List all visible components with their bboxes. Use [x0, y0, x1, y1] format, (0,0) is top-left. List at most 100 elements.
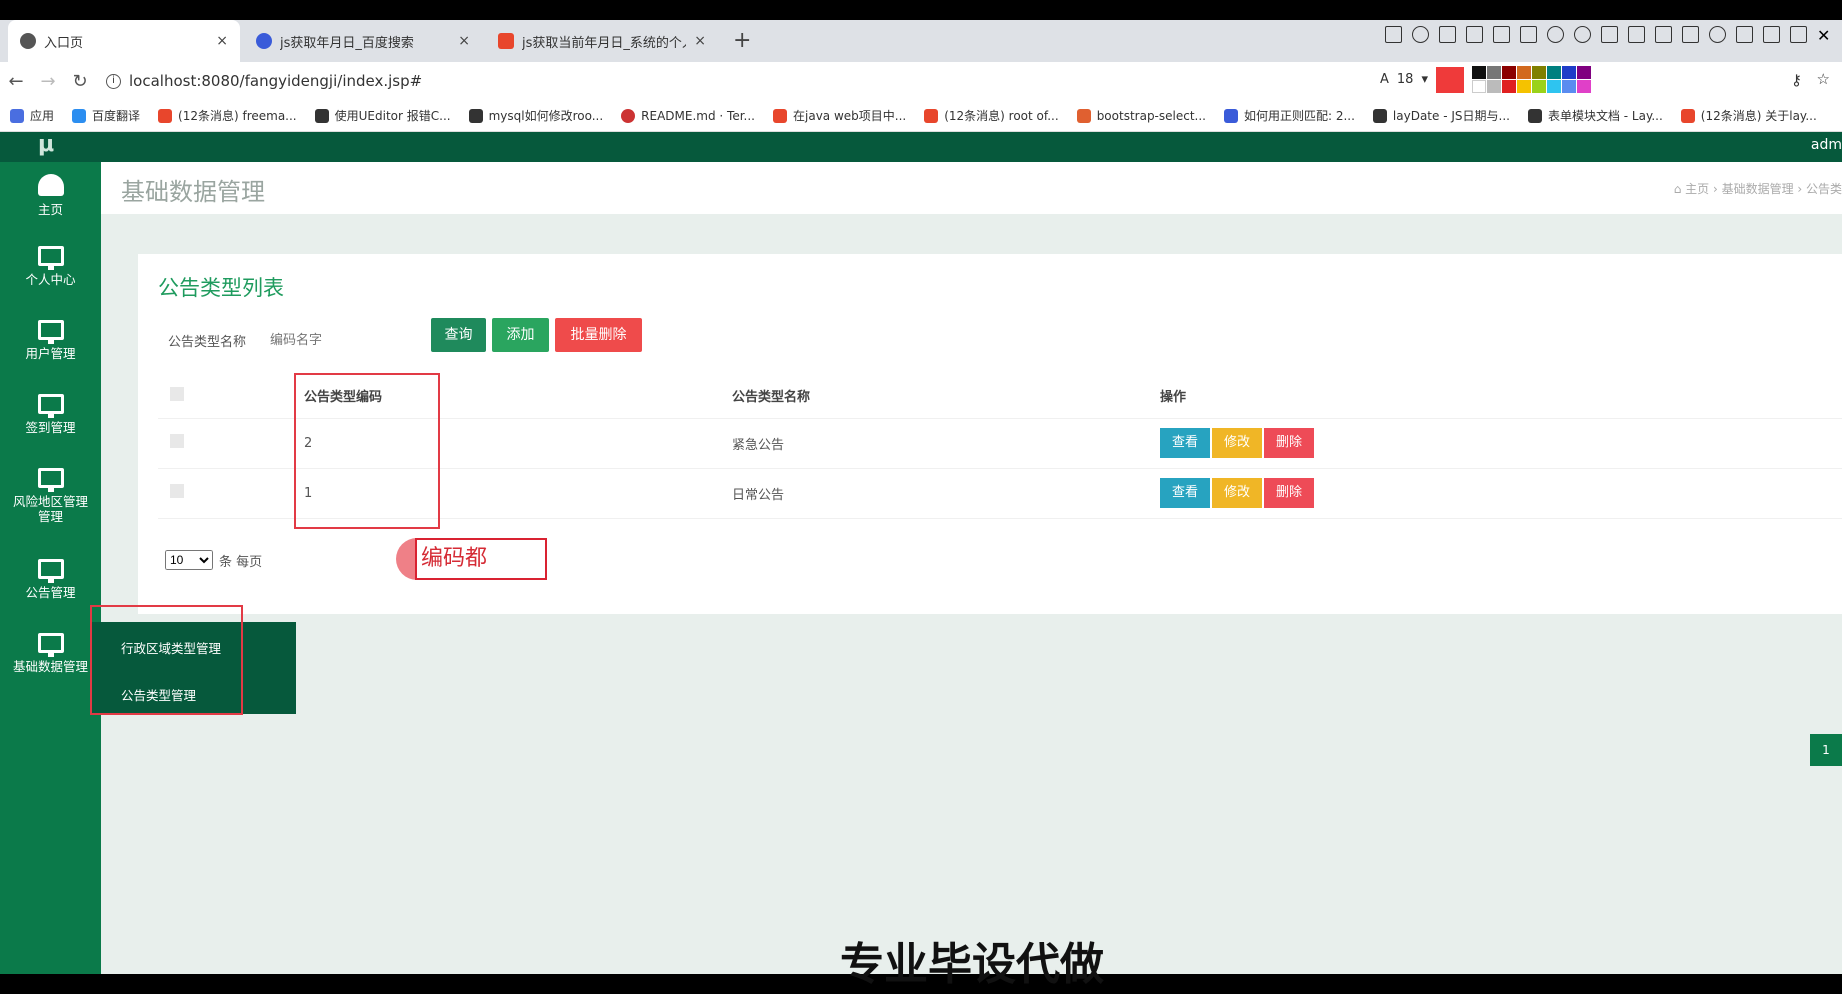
close-icon[interactable]: ×	[216, 33, 228, 49]
pin-icon[interactable]	[1682, 26, 1699, 43]
screenshot-icon[interactable]	[1601, 26, 1618, 43]
bookmark-item[interactable]: (12条消息) root of...	[924, 107, 1059, 124]
main-content: 基础数据管理 ⌂ 主页 › 基础数据管理 › 公告类 公告类型列表 公告类型名称…	[101, 162, 1842, 974]
reload-icon[interactable]: ↻	[64, 71, 96, 92]
add-button[interactable]: 添加	[492, 318, 549, 352]
annotation-text-box[interactable]: 编码都	[415, 538, 547, 580]
bookmark-label: bootstrap-select...	[1096, 108, 1206, 123]
row-checkbox[interactable]	[170, 434, 184, 448]
bookmark-label: (12条消息) freema...	[178, 109, 297, 123]
close-icon[interactable]: ✕	[1817, 26, 1834, 45]
bookmark-label: 如何用正则匹配: 2...	[1243, 109, 1355, 123]
url-field[interactable]: localhost:8080/fangyidengji/index.jsp#	[129, 72, 422, 90]
bookmark-item[interactable]: README.md · Ter...	[621, 108, 755, 123]
sidebar-item-home[interactable]: 主页	[0, 174, 101, 217]
ellipse-tool-icon[interactable]	[1412, 26, 1429, 43]
bookmark-label: 使用UEditor 报错C...	[334, 109, 451, 123]
csdn-icon	[1680, 108, 1695, 123]
record-icon[interactable]	[1709, 26, 1726, 43]
column-header-name[interactable]: 公告类型名称	[720, 374, 1148, 419]
bookmark-item[interactable]: 百度翻译	[72, 107, 140, 124]
annotation-tools: A 18 ▾	[1380, 66, 1591, 93]
delete-button[interactable]: 删除	[1264, 428, 1315, 458]
arrow-tool-icon[interactable]	[1439, 26, 1456, 43]
forward-icon[interactable]: →	[32, 71, 64, 92]
annotation-highlight-box	[90, 605, 243, 715]
bookmark-item[interactable]: (12条消息) freema...	[158, 107, 297, 124]
bookmark-label: 百度翻译	[92, 109, 141, 123]
app-logo: μ	[38, 132, 55, 157]
bookmark-item[interactable]: 表单模块文档 - Lay...	[1527, 107, 1663, 124]
page-button[interactable]: 1	[1810, 734, 1842, 766]
sidebar-item-users[interactable]: 用户管理	[0, 320, 101, 361]
rectangle-tool-icon[interactable]	[1385, 26, 1402, 43]
font-size-select[interactable]: 18	[1397, 72, 1414, 87]
sidebar: 主页 个人中心 用户管理 签到管理 风险地区管理 管理 公告管理 基础数据管理	[0, 162, 101, 974]
tab-entry-page[interactable]: 入口页 ×	[8, 20, 240, 62]
page-header: 基础数据管理 ⌂ 主页 › 基础数据管理 › 公告类	[101, 162, 1842, 214]
translate-icon[interactable]	[1628, 26, 1645, 43]
breadcrumb[interactable]: ⌂ 主页 › 基础数据管理 › 公告类	[1674, 180, 1842, 197]
bookmark-apps[interactable]: 应用	[10, 107, 54, 124]
cell-name: 日常公告	[720, 468, 1148, 519]
pen-tool-icon[interactable]	[1466, 26, 1483, 43]
close-icon[interactable]: ×	[694, 33, 706, 49]
key-icon[interactable]: ⚷	[1791, 71, 1802, 89]
bookmark-item[interactable]: bootstrap-select...	[1076, 108, 1206, 123]
delete-button[interactable]: 删除	[1264, 478, 1315, 508]
mosaic-tool-icon[interactable]	[1493, 26, 1510, 43]
site-info-icon[interactable]: i	[106, 73, 121, 89]
info-icon[interactable]	[1547, 26, 1564, 43]
view-button[interactable]: 查看	[1160, 428, 1211, 458]
close-icon[interactable]: ×	[458, 33, 470, 49]
bookmark-item[interactable]: mysql如何修改roo...	[468, 107, 603, 124]
select-all-checkbox[interactable]	[170, 386, 184, 401]
chevron-down-icon[interactable]: ▾	[1421, 72, 1428, 87]
page-size-control: 10 条 每页	[165, 550, 262, 570]
sidebar-item-checkin[interactable]: 签到管理	[0, 394, 101, 435]
new-tab-button[interactable]: +	[733, 28, 751, 53]
sidebar-item-base-data[interactable]: 基础数据管理	[0, 633, 101, 674]
sidebar-item-risk-areas[interactable]: 风险地区管理 管理	[0, 468, 101, 524]
name-filter-input[interactable]	[264, 324, 404, 354]
back-icon[interactable]: ←	[0, 71, 32, 92]
video-watermark: 专业毕设代做	[840, 939, 1104, 990]
bookmark-label: (12条消息) 关于lay...	[1700, 109, 1817, 123]
sidebar-item-announcements[interactable]: 公告管理	[0, 559, 101, 600]
font-size-icon: A	[1380, 72, 1389, 87]
edit-button[interactable]: 修改	[1212, 478, 1263, 508]
browser-tab-bar: 入口页 × js获取年月日_百度搜索 × js获取当前年月日_系统的个人... …	[0, 20, 1842, 62]
row-checkbox[interactable]	[170, 484, 184, 498]
tab-baidu-search[interactable]: js获取年月日_百度搜索 ×	[244, 20, 482, 62]
monitor-icon	[37, 394, 64, 418]
current-color-swatch[interactable]	[1435, 66, 1464, 93]
text-tool-icon[interactable]	[1520, 26, 1537, 43]
sidebar-item-label: 风险地区管理	[12, 494, 88, 509]
color-palette[interactable]	[1471, 66, 1591, 93]
tab-title: 入口页	[44, 35, 84, 51]
bookmark-item[interactable]: 使用UEditor 报错C...	[314, 107, 451, 124]
bookmark-item[interactable]: (12条消息) 关于lay...	[1680, 107, 1817, 124]
batch-delete-button[interactable]: 批量删除	[555, 318, 642, 352]
crop-icon[interactable]	[1655, 26, 1672, 43]
save-icon[interactable]	[1763, 26, 1780, 43]
sidebar-item-profile[interactable]: 个人中心	[0, 246, 101, 287]
monitor-icon	[37, 320, 64, 344]
download-icon[interactable]	[1736, 26, 1753, 43]
csdn-icon	[158, 108, 173, 123]
apps-grid-icon	[10, 108, 24, 123]
query-button[interactable]: 查询	[431, 318, 486, 352]
user-name[interactable]: adm	[1811, 137, 1842, 153]
bookmark-icon[interactable]	[1790, 26, 1807, 43]
bookmark-item[interactable]: 在java web项目中...	[773, 107, 906, 124]
bookmarks-bar: 应用 百度翻译 (12条消息) freema... 使用UEditor 报错C.…	[0, 100, 1842, 132]
gitee-icon	[621, 108, 636, 123]
undo-icon[interactable]	[1574, 26, 1591, 43]
tab-csdn[interactable]: js获取当前年月日_系统的个人... ×	[486, 20, 718, 62]
view-button[interactable]: 查看	[1160, 478, 1211, 508]
page-size-select[interactable]: 10	[165, 550, 213, 570]
star-icon[interactable]: ☆	[1817, 70, 1830, 88]
bookmark-item[interactable]: 如何用正则匹配: 2...	[1223, 107, 1355, 124]
edit-button[interactable]: 修改	[1212, 428, 1263, 458]
bookmark-item[interactable]: layDate - JS日期与...	[1372, 107, 1510, 124]
